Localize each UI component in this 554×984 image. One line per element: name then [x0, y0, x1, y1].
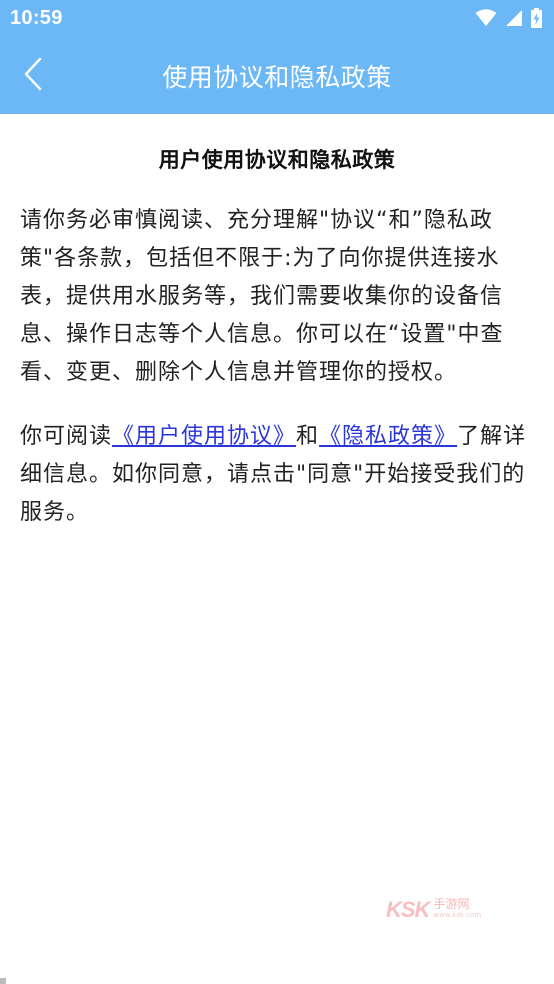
app-bar: 使用协议和隐私政策	[0, 36, 554, 114]
watermark-main: 手游网	[433, 897, 470, 911]
document-title: 用户使用协议和隐私政策	[158, 148, 396, 172]
watermark-sub: www.ksk.com	[433, 911, 482, 919]
watermark-logo: KSK 手游网 www.ksk.com	[386, 897, 481, 923]
privacy-policy-link[interactable]: 《隐私政策》	[319, 424, 457, 449]
status-icons	[475, 8, 542, 32]
wifi-icon	[475, 9, 497, 31]
details-prefix: 你可阅读	[20, 424, 113, 449]
agreement-paragraph: 请你务必审慎阅读、充分理解"协议“和”隐私政策"各条款，包括但不限于:为了向你提…	[20, 208, 504, 385]
status-time: 10:59	[10, 7, 63, 29]
battery-charging-icon	[531, 8, 542, 32]
watermark-mark: KSK	[386, 897, 430, 922]
details-paragraph: 你可阅读《用户使用协议》和《隐私政策》了解详细信息。如你同意，请点击"同意"开始…	[20, 418, 530, 532]
document-content: 用户使用协议和隐私政策 请你务必审慎阅读、充分理解"协议“和”隐私政策"各条款，…	[0, 114, 554, 532]
corner-divider	[0, 978, 6, 984]
user-agreement-link[interactable]: 《用户使用协议》	[112, 424, 296, 449]
page-title: 使用协议和隐私政策	[162, 63, 392, 92]
cell-signal-icon	[505, 9, 523, 31]
details-middle: 和	[296, 424, 320, 449]
watermark-text: 手游网 www.ksk.com	[433, 897, 482, 921]
status-bar: 10:59	[0, 0, 554, 36]
